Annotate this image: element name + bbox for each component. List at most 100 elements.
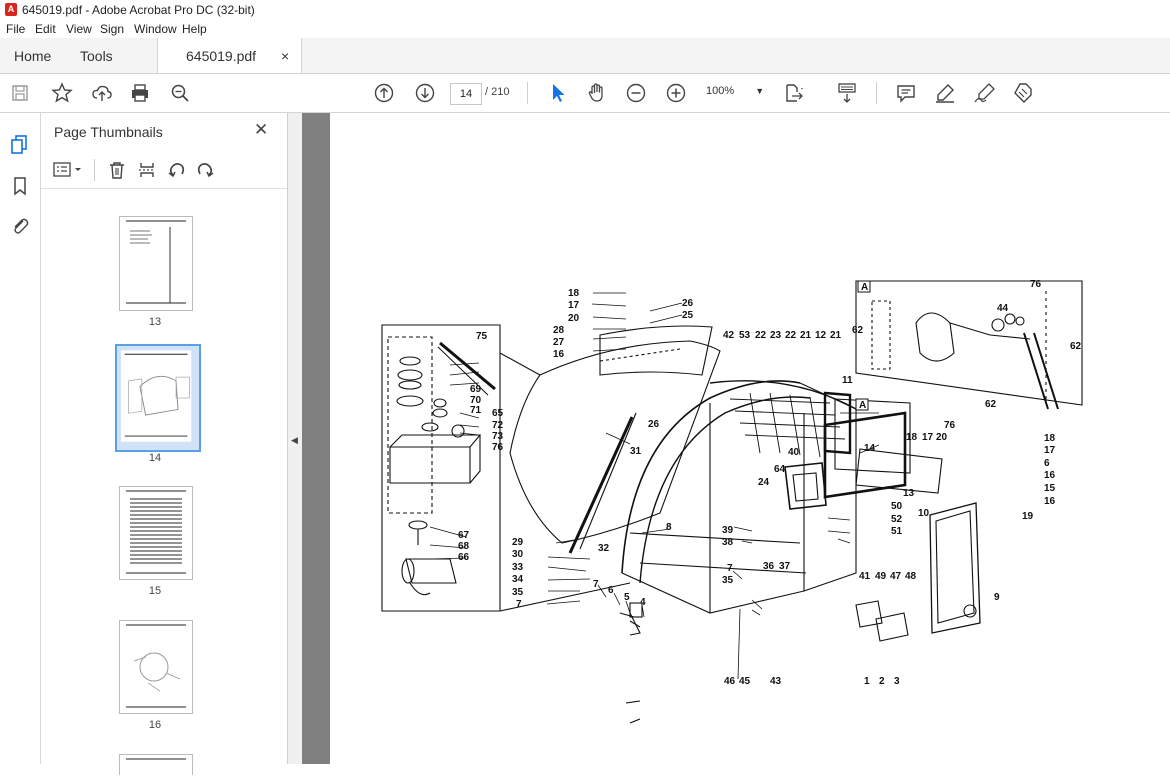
- callout-59: 62: [852, 325, 864, 336]
- callout-43: 43: [770, 676, 782, 687]
- callout-3: 3: [894, 676, 900, 687]
- callout-23: 23: [770, 330, 782, 341]
- callout-22: 22: [785, 330, 797, 341]
- callout-35: 35: [722, 575, 734, 586]
- bookmark-star-icon[interactable]: [50, 81, 74, 105]
- thumbnail-page-15[interactable]: [119, 486, 193, 580]
- select-cursor-icon[interactable]: [546, 81, 570, 105]
- save-icon[interactable]: [8, 81, 32, 105]
- callout-42: 42: [723, 330, 735, 341]
- toolbar-divider: [94, 159, 95, 181]
- rotate-left-icon[interactable]: [167, 160, 187, 180]
- close-panel-icon[interactable]: ✕: [254, 120, 268, 140]
- extract-page-icon[interactable]: [137, 160, 157, 180]
- acrobat-icon: A: [5, 3, 17, 16]
- window-title: 645019.pdf - Adobe Acrobat Pro DC (32-bi…: [22, 3, 255, 17]
- callout-28: 28: [553, 325, 565, 336]
- callout-52: 52: [891, 514, 903, 525]
- callout-17: 17: [568, 300, 580, 311]
- callout-37: 37: [779, 561, 791, 572]
- tab-close-icon[interactable]: ×: [281, 48, 289, 64]
- windscreen-glass: [509, 340, 721, 544]
- callout-36: 36: [763, 561, 775, 572]
- menu-file[interactable]: File: [6, 22, 25, 36]
- previous-page-icon[interactable]: [372, 81, 396, 105]
- zoom-in-icon[interactable]: [664, 81, 688, 105]
- print-icon[interactable]: [128, 81, 152, 105]
- next-page-icon[interactable]: [413, 81, 437, 105]
- thumbnail-page-14-selected[interactable]: [115, 344, 201, 452]
- callout-63: 67: [458, 530, 470, 541]
- callout-22: 22: [755, 330, 767, 341]
- tab-bar: Home Tools 645019.pdf ×: [0, 38, 1170, 74]
- page-thumbnails-icon[interactable]: [9, 133, 31, 155]
- thumbnail-page-13[interactable]: [119, 216, 193, 311]
- callout-31: 31: [630, 446, 642, 457]
- tab-tools[interactable]: Tools: [80, 48, 113, 64]
- callout-62: 66: [458, 552, 470, 563]
- callout-39: 39: [722, 525, 734, 536]
- title-bar: A 645019.pdf - Adobe Acrobat Pro DC (32-…: [0, 0, 1170, 20]
- fill-sign-icon[interactable]: [1011, 81, 1035, 105]
- zoom-out-icon[interactable]: [624, 81, 648, 105]
- pdf-page: 18 17 20 28 27 16 26 25 26 31 75 69 70 7…: [330, 113, 1170, 764]
- page-number-input[interactable]: 14: [450, 83, 482, 105]
- menu-sign[interactable]: Sign: [100, 22, 124, 36]
- delete-page-icon[interactable]: [107, 160, 127, 180]
- callout-72: 76: [1030, 279, 1042, 290]
- callout-67: 71: [470, 405, 482, 416]
- callout-41: 41: [859, 571, 871, 582]
- tab-home[interactable]: Home: [14, 48, 51, 64]
- menu-help[interactable]: Help: [182, 22, 207, 36]
- callout-44: 44: [997, 303, 1009, 314]
- search-zoom-icon[interactable]: [168, 81, 192, 105]
- options-menu-icon[interactable]: [53, 161, 87, 179]
- callout-34: 34: [512, 574, 524, 585]
- zoom-level-select[interactable]: 100% ▼: [706, 85, 764, 97]
- callout-21: 21: [830, 330, 842, 341]
- sign-icon[interactable]: [973, 81, 997, 105]
- attachments-icon[interactable]: [10, 215, 30, 237]
- tab-document[interactable]: 645019.pdf ×: [157, 38, 302, 73]
- callout-70: 75: [476, 331, 488, 342]
- callout-51: 51: [891, 526, 903, 537]
- menu-window[interactable]: Window: [134, 22, 177, 36]
- thumbnail-toolbar: [41, 151, 287, 189]
- callout-7: 7: [727, 563, 733, 574]
- callout-45: 45: [739, 676, 751, 687]
- callout-33: 33: [512, 562, 524, 573]
- callout-49: 49: [875, 571, 887, 582]
- callout-27: 27: [553, 337, 565, 348]
- panel-collapse-strip[interactable]: ◀: [288, 113, 302, 764]
- detail-a-label: A: [861, 282, 868, 293]
- bookmarks-icon[interactable]: [10, 175, 30, 197]
- callout-26: 26: [648, 419, 660, 430]
- callout-25: 25: [682, 310, 694, 321]
- left-navigation-rail: [0, 113, 41, 764]
- callout-20: 20: [568, 313, 580, 324]
- rotate-right-icon[interactable]: [195, 160, 215, 180]
- callout-1: 1: [864, 676, 870, 687]
- callout-76: 76: [944, 420, 956, 431]
- page-fit-icon[interactable]: [782, 81, 806, 105]
- thumbnail-label: 15: [148, 585, 162, 597]
- highlight-pen-icon[interactable]: [933, 81, 957, 105]
- hand-tool-icon[interactable]: [585, 81, 609, 105]
- menu-view[interactable]: View: [66, 22, 92, 36]
- callout-69: 73: [492, 431, 504, 442]
- callout-61: 65: [492, 408, 504, 419]
- upload-cloud-icon[interactable]: [90, 81, 114, 105]
- thumbnail-label: 16: [148, 719, 162, 731]
- callout-7: 7: [593, 579, 599, 590]
- scroll-mode-icon[interactable]: [835, 81, 859, 105]
- callout-11: 11: [842, 375, 853, 386]
- callout-47: 47: [890, 571, 902, 582]
- thumbnail-page-17[interactable]: [119, 754, 193, 775]
- comment-icon[interactable]: [894, 81, 918, 105]
- callout-17: 17: [922, 432, 934, 443]
- collapse-arrow-icon[interactable]: ◀: [291, 435, 298, 446]
- menu-edit[interactable]: Edit: [35, 22, 56, 36]
- thumbnail-page-16[interactable]: [119, 620, 193, 714]
- callout-13: 13: [903, 488, 915, 499]
- callout-4: 4: [640, 597, 646, 608]
